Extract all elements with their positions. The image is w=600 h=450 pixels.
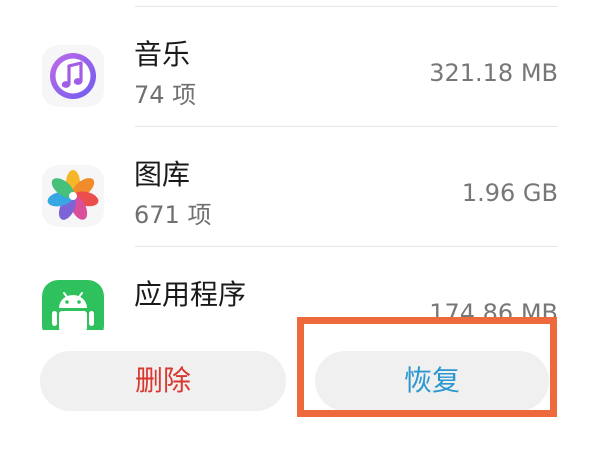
restore-button[interactable]: 恢复: [315, 351, 549, 411]
item-title: 音乐: [134, 38, 191, 71]
item-size: 1.96 GB: [461, 179, 558, 207]
item-size: 174.86 MB: [429, 299, 558, 327]
item-title: 图库: [134, 158, 191, 191]
music-app-icon: [42, 45, 104, 107]
gallery-app-icon: [42, 165, 104, 227]
bottom-action-bar: 删除 恢复: [0, 330, 600, 450]
item-count: 671 项: [134, 201, 212, 229]
android-app-icon: [42, 280, 104, 330]
list-item-gallery[interactable]: 图库 671 项 1.96 GB: [0, 127, 600, 247]
delete-button[interactable]: 删除: [40, 351, 286, 411]
list-item-apps[interactable]: 应用程序 174.86 MB: [0, 247, 600, 330]
list-item-music[interactable]: 音乐 74 项 321.18 MB: [0, 7, 600, 127]
item-size: 321.18 MB: [429, 59, 558, 87]
item-title: 应用程序: [134, 278, 247, 311]
file-category-list: 音乐 74 项 321.18 MB 图库 671 项 1.96 GB 应用程序 …: [0, 0, 600, 330]
item-count: 74 项: [134, 81, 197, 109]
